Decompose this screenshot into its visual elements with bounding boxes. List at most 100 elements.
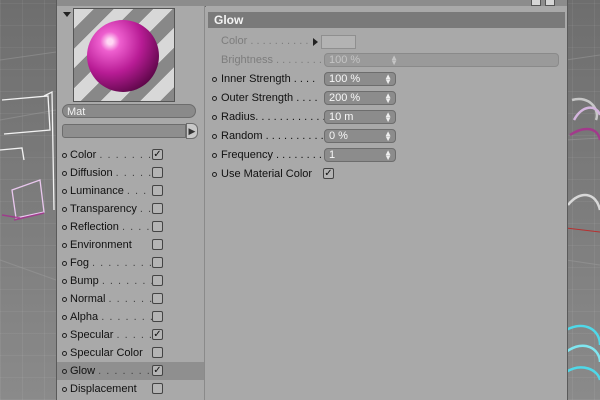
outer-strength-property-row: Outer Strength . . . . 200 % ▲ ▼	[206, 89, 567, 107]
channel-checkbox[interactable]: ✓	[152, 329, 163, 340]
material-editor-window: Mat ▶ Color . . . . . . . ✓ Diffusion . . …	[56, 0, 568, 400]
channel-label: Reflection	[70, 221, 119, 233]
frequency-label: Frequency . . . . . . . .	[221, 149, 322, 161]
channel-dots: . . . . . . .	[101, 275, 155, 287]
spinner-icon[interactable]: ▲ ▼	[384, 73, 392, 86]
animate-dot-icon[interactable]	[62, 171, 67, 176]
channel-item-fog[interactable]: Fog . . . . . . . .	[57, 254, 204, 272]
spinner-icon[interactable]: ▲ ▼	[390, 54, 398, 67]
slider-arrow-button[interactable]: ▶	[186, 123, 198, 139]
preview-size-slider[interactable]	[62, 124, 186, 138]
animate-dot-icon[interactable]	[62, 315, 67, 320]
channel-dots: . . . . . . .	[101, 311, 154, 323]
channel-checkbox[interactable]	[152, 257, 163, 268]
channel-item-luminance[interactable]: Luminance . . . .	[57, 182, 204, 200]
channel-item-glow[interactable]: Glow . . . . . . . . ✓	[57, 362, 204, 380]
channel-checkbox[interactable]: ✓	[152, 149, 163, 160]
radius-field[interactable]: 10 m ▲ ▼	[324, 110, 396, 124]
animate-dot-icon[interactable]	[212, 153, 217, 158]
random-field[interactable]: 0 % ▲ ▼	[324, 129, 396, 143]
animate-dot-icon[interactable]	[62, 153, 67, 158]
spinner-icon[interactable]: ▲ ▼	[384, 92, 392, 105]
channel-item-color[interactable]: Color . . . . . . . ✓	[57, 146, 204, 164]
channel-checkbox[interactable]	[152, 221, 163, 232]
material-name-field[interactable]: Mat	[62, 104, 196, 118]
channel-label: Diffusion	[70, 167, 113, 179]
collapse-arrow-icon[interactable]	[63, 12, 71, 17]
animate-dot-icon[interactable]	[62, 207, 67, 212]
channel-checkbox[interactable]	[152, 383, 163, 394]
random-label: Random . . . . . . . . . .	[221, 130, 324, 142]
channel-label: Specular Color	[70, 347, 143, 359]
channel-dots: . . . . . . .	[99, 149, 153, 161]
channel-label: Luminance	[70, 185, 124, 197]
channel-checkbox[interactable]	[152, 203, 163, 214]
channel-dots: . . . . . .	[108, 293, 154, 305]
animate-dot-icon[interactable]	[62, 225, 67, 230]
radius-label: Radius. . . . . . . . . . . .	[221, 111, 326, 123]
animate-dot-icon[interactable]	[62, 297, 67, 302]
channel-label: Glow	[70, 365, 96, 377]
brightness-label: Brightness . . . . . . . .	[221, 54, 322, 66]
channel-label: Transparency	[70, 203, 137, 215]
animate-dot-icon[interactable]	[62, 333, 67, 338]
channel-item-environment[interactable]: Environment	[57, 236, 204, 254]
channel-checkbox[interactable]: ✓	[152, 365, 163, 376]
animate-dot-icon[interactable]	[62, 387, 67, 392]
preview-sphere	[87, 20, 159, 92]
channel-checkbox[interactable]	[152, 167, 163, 178]
spinner-icon[interactable]: ▲ ▼	[384, 130, 392, 143]
animate-dot-icon[interactable]	[212, 96, 217, 101]
brightness-field[interactable]: 100 % ▲ ▼	[324, 53, 559, 67]
channel-checkbox[interactable]	[152, 311, 163, 322]
channel-checkbox[interactable]	[152, 275, 163, 286]
inner-strength-field[interactable]: 100 % ▲ ▼	[324, 72, 396, 86]
channel-dots: . . . . .	[116, 329, 153, 341]
animate-dot-icon[interactable]	[62, 243, 67, 248]
channel-checkbox[interactable]	[152, 185, 163, 196]
frequency-field[interactable]: 1 ▲ ▼	[324, 148, 396, 162]
use-material-color-row: Use Material Color ✓	[206, 165, 567, 183]
animate-dot-icon[interactable]	[212, 115, 217, 120]
channel-item-displacement[interactable]: Displacement	[57, 380, 204, 398]
random-property-row: Random . . . . . . . . . . 0 % ▲ ▼	[206, 127, 567, 145]
channel-item-bump[interactable]: Bump . . . . . . .	[57, 272, 204, 290]
channel-item-normal[interactable]: Normal . . . . . .	[57, 290, 204, 308]
animate-dot-icon[interactable]	[212, 134, 217, 139]
channel-item-diffusion[interactable]: Diffusion . . . . .	[57, 164, 204, 182]
channel-dots: . . . .	[121, 221, 151, 233]
channel-list: Color . . . . . . . ✓ Diffusion . . . . .L…	[57, 146, 204, 398]
color-property-row: Color . . . . . . . . . .	[206, 32, 567, 50]
channel-dots: . . . . .	[115, 167, 153, 179]
channel-item-transparency[interactable]: Transparency . .	[57, 200, 204, 218]
animate-dot-icon[interactable]	[62, 351, 67, 356]
color-swatch[interactable]	[321, 35, 356, 49]
channel-item-reflection[interactable]: Reflection . . . .	[57, 218, 204, 236]
material-preview[interactable]	[73, 8, 175, 102]
channel-label: Normal	[70, 293, 106, 305]
expand-arrow-icon[interactable]	[313, 38, 318, 46]
outer-strength-field[interactable]: 200 % ▲ ▼	[324, 91, 396, 105]
channel-checkbox[interactable]	[152, 293, 163, 304]
brightness-property-row: Brightness . . . . . . . . 100 % ▲ ▼	[206, 51, 567, 69]
channel-item-specular-color[interactable]: Specular Color	[57, 344, 204, 362]
animate-dot-icon[interactable]	[62, 279, 67, 284]
animate-dot-icon[interactable]	[212, 77, 217, 82]
animate-dot-icon[interactable]	[62, 369, 67, 374]
spinner-icon[interactable]: ▲ ▼	[384, 111, 392, 124]
spinner-icon[interactable]: ▲ ▼	[384, 149, 392, 162]
animate-dot-icon[interactable]	[62, 261, 67, 266]
channel-dots: . . . . . . . .	[98, 365, 159, 377]
use-material-color-label: Use Material Color	[221, 168, 313, 180]
channel-item-specular[interactable]: Specular . . . . . ✓	[57, 326, 204, 344]
channel-item-alpha[interactable]: Alpha . . . . . . .	[57, 308, 204, 326]
use-material-color-checkbox[interactable]: ✓	[323, 168, 334, 179]
channel-label: Alpha	[70, 311, 99, 323]
channel-checkbox[interactable]	[152, 239, 163, 250]
channel-label: Environment	[70, 239, 132, 251]
animate-dot-icon[interactable]	[62, 189, 67, 194]
animate-dot-icon[interactable]	[212, 172, 217, 177]
frequency-property-row: Frequency . . . . . . . . 1 ▲ ▼	[206, 146, 567, 164]
channel-checkbox[interactable]	[152, 347, 163, 358]
channel-label: Displacement	[70, 383, 137, 395]
